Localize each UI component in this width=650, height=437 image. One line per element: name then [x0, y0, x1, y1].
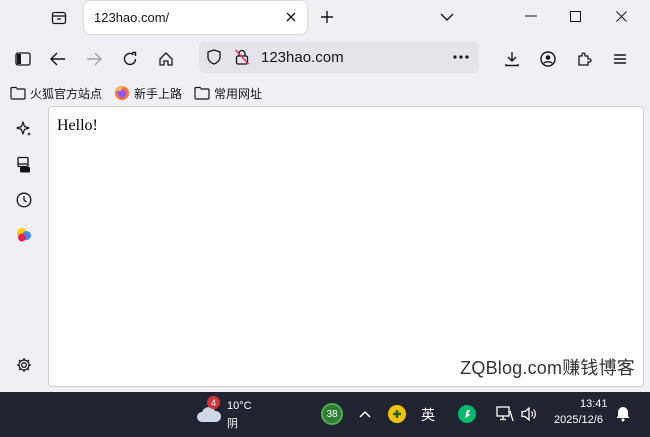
close-window-button[interactable]: [598, 0, 644, 32]
page-actions-icon[interactable]: [453, 49, 469, 65]
page-content: Hello! ZQBlog.com赚钱博客: [48, 106, 644, 387]
watermark-text: ZQBlog.com赚钱博客: [460, 358, 635, 378]
arrow-right-icon: [87, 52, 102, 66]
sidebar-icon: [15, 52, 31, 66]
sidebar-ai-chatbot-button[interactable]: [13, 118, 35, 140]
sidebar-settings-button[interactable]: [13, 354, 35, 376]
sidebar-synced-tabs-button[interactable]: [13, 154, 35, 176]
downloads-button[interactable]: [500, 47, 524, 71]
account-button[interactable]: [536, 47, 560, 71]
bookmark-folder-official[interactable]: 火狐官方站点: [10, 84, 102, 102]
url-text[interactable]: 123hao.com: [261, 49, 344, 66]
bookmarks-toolbar: 火狐官方站点 新手上路 常用网址: [0, 80, 650, 105]
browser-window: 123hao.com/ 123hao.com 火狐官方站点 新手上路 常用网址 …: [0, 0, 650, 392]
home-button[interactable]: [154, 47, 178, 71]
tray-app-green-icon[interactable]: [458, 405, 476, 423]
download-icon: [505, 52, 519, 67]
tab-title: 123hao.com/: [94, 10, 170, 25]
extensions-button[interactable]: [572, 47, 596, 71]
weather-alert-count: 4: [210, 397, 216, 408]
close-icon: [286, 12, 296, 22]
list-all-tabs-button[interactable]: [436, 6, 458, 28]
tray-app-yellow-icon[interactable]: [388, 405, 406, 423]
close-window-icon: [615, 10, 627, 22]
arrow-left-icon: [50, 52, 65, 66]
hamburger-icon: [614, 54, 626, 64]
plus-icon: [321, 11, 333, 23]
sidebar-extension-button[interactable]: [13, 224, 35, 246]
chevron-down-icon: [440, 13, 454, 21]
insecure-lock-icon[interactable]: [234, 49, 250, 65]
tab-strip: 123hao.com/: [0, 0, 650, 36]
clock-date[interactable]: 2025/12/6: [554, 414, 603, 426]
tracking-protection-icon[interactable]: [206, 49, 222, 65]
reload-button[interactable]: [118, 47, 142, 71]
chevron-up-icon: [359, 410, 371, 418]
tab-close-button[interactable]: [283, 9, 299, 25]
folder-icon: [10, 86, 26, 100]
minimize-icon: [525, 15, 537, 17]
menu-button[interactable]: [608, 47, 632, 71]
firefox-view-button[interactable]: [48, 7, 70, 29]
notification-center-icon[interactable]: [614, 405, 632, 423]
maximize-button[interactable]: [552, 0, 598, 32]
sidebar-toggle-button[interactable]: [11, 47, 35, 71]
gear-icon: [17, 358, 31, 372]
volume-icon[interactable]: [519, 404, 539, 424]
firefox-icon: [115, 86, 129, 100]
tab-active[interactable]: 123hao.com/: [84, 1, 307, 34]
colorful-extension-icon: [17, 228, 31, 242]
firefox-view-icon: [51, 11, 67, 25]
synced-tabs-icon: [17, 156, 30, 173]
bookmark-label: 常用网址: [214, 86, 263, 101]
account-icon: [540, 51, 556, 67]
folder-icon: [194, 86, 210, 100]
sidebar: [0, 106, 48, 392]
weather-condition: 阴: [227, 418, 238, 430]
app-counter-label: 38: [326, 408, 338, 420]
bookmark-label: 火狐官方站点: [30, 86, 103, 101]
clock-icon: [16, 192, 32, 208]
home-icon: [159, 52, 173, 66]
minimize-button[interactable]: [508, 0, 554, 32]
bookmark-label: 新手上路: [134, 86, 183, 101]
puzzle-icon: [578, 52, 592, 66]
sidebar-history-button[interactable]: [13, 189, 35, 211]
page-body-text: Hello!: [57, 117, 98, 134]
new-tab-button[interactable]: [316, 6, 338, 28]
back-button[interactable]: [46, 47, 70, 71]
network-icon[interactable]: [495, 404, 515, 424]
bookmark-getting-started[interactable]: 新手上路: [114, 84, 182, 102]
url-bar[interactable]: 123hao.com: [199, 41, 479, 73]
reload-icon: [123, 51, 137, 66]
input-method-indicator[interactable]: 英: [421, 405, 435, 425]
maximize-icon: [569, 10, 581, 22]
show-hidden-icons-button[interactable]: [357, 406, 373, 422]
windows-taskbar: 10°C 阴 38 英 13:41 2025/12/6: [0, 392, 650, 437]
weather-temperature: 10°C: [227, 400, 252, 412]
sparkle-icon: [16, 121, 31, 136]
forward-button[interactable]: [82, 47, 106, 71]
weather-alert-badge: 4: [207, 396, 220, 409]
app-counter-icon[interactable]: 38: [321, 403, 343, 425]
bookmark-folder-common[interactable]: 常用网址: [194, 84, 262, 102]
clock-time[interactable]: 13:41: [580, 398, 608, 410]
